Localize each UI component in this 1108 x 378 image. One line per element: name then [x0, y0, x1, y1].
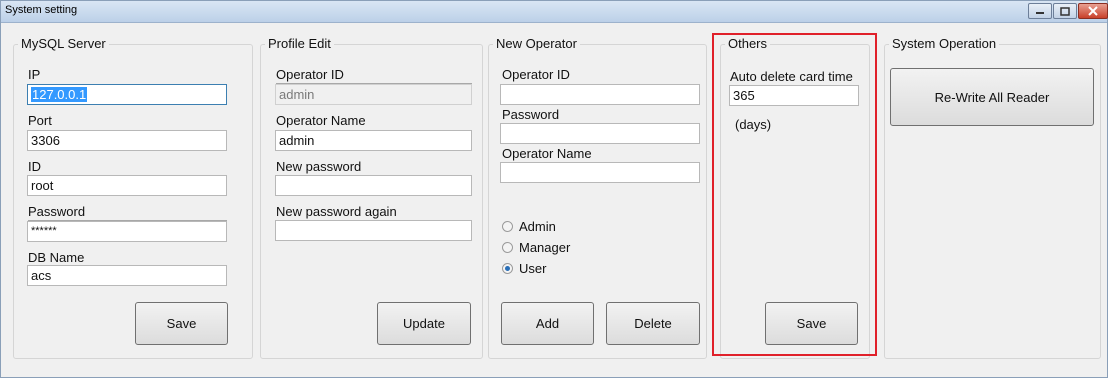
delete-button[interactable]: Delete	[606, 302, 700, 345]
mysql-save-button[interactable]: Save	[135, 302, 228, 345]
role-admin-radio[interactable]: Admin	[502, 219, 556, 234]
minimize-icon	[1036, 12, 1044, 14]
radio-unchecked-icon	[502, 221, 513, 232]
update-button[interactable]: Update	[377, 302, 471, 345]
auto-delete-field[interactable]: 365	[729, 85, 859, 106]
id-label: ID	[28, 159, 41, 174]
profile-edit-title: Profile Edit	[265, 36, 334, 51]
new-operator-id-field[interactable]	[500, 84, 700, 105]
radio-unchecked-icon	[502, 242, 513, 253]
password-field[interactable]: ******	[27, 221, 227, 242]
port-field[interactable]: 3306	[27, 130, 227, 151]
system-setting-window: System setting MySQL Server IP 127.0.0.1…	[0, 0, 1108, 378]
ip-field[interactable]: 127.0.0.1	[27, 84, 227, 105]
title-bar[interactable]: System setting	[1, 1, 1108, 23]
ip-value: 127.0.0.1	[31, 87, 88, 102]
others-title: Others	[725, 36, 771, 51]
new-operator-name-field[interactable]	[500, 162, 700, 183]
new-operator-title: New Operator	[493, 36, 580, 51]
minimize-button[interactable]	[1028, 3, 1052, 19]
new-operator-id-label: Operator ID	[502, 67, 570, 82]
role-manager-radio[interactable]: Manager	[502, 240, 570, 255]
others-save-button[interactable]: Save	[765, 302, 858, 345]
system-operation-title: System Operation	[889, 36, 1000, 51]
add-button[interactable]: Add	[501, 302, 594, 345]
auto-delete-label: Auto delete card time	[730, 69, 853, 84]
role-manager-label: Manager	[519, 240, 571, 255]
new-password-field[interactable]	[275, 175, 472, 196]
close-icon	[1088, 6, 1098, 16]
profile-operator-name-label: Operator Name	[276, 113, 366, 128]
new-operator-password-field[interactable]	[500, 123, 700, 144]
rewrite-all-reader-button[interactable]: Re-Write All Reader	[890, 68, 1094, 126]
profile-operator-id-label: Operator ID	[276, 67, 472, 84]
radio-checked-icon	[502, 263, 513, 274]
new-operator-password-label: Password	[502, 107, 560, 122]
new-password-again-label: New password again	[276, 204, 397, 219]
profile-operator-name-field[interactable]: admin	[275, 130, 472, 151]
password-label: Password	[28, 204, 227, 221]
dbname-label: DB Name	[28, 250, 85, 265]
profile-operator-id-field: admin	[275, 84, 472, 105]
mysql-server-title: MySQL Server	[18, 36, 109, 51]
ip-label: IP	[28, 67, 41, 82]
new-password-label: New password	[276, 159, 362, 174]
new-password-again-field[interactable]	[275, 220, 472, 241]
close-button[interactable]	[1078, 3, 1108, 19]
maximize-button[interactable]	[1053, 3, 1077, 19]
role-user-label: User	[519, 261, 547, 276]
id-field[interactable]: root	[27, 175, 227, 196]
days-unit-label: (days)	[735, 117, 772, 132]
port-label: Port	[28, 113, 52, 128]
dbname-field[interactable]: acs	[27, 265, 227, 286]
role-admin-label: Admin	[519, 219, 556, 234]
window-title: System setting	[5, 4, 78, 16]
maximize-icon	[1060, 6, 1070, 16]
new-operator-name-label: Operator Name	[502, 146, 592, 161]
role-user-radio[interactable]: User	[502, 261, 546, 276]
